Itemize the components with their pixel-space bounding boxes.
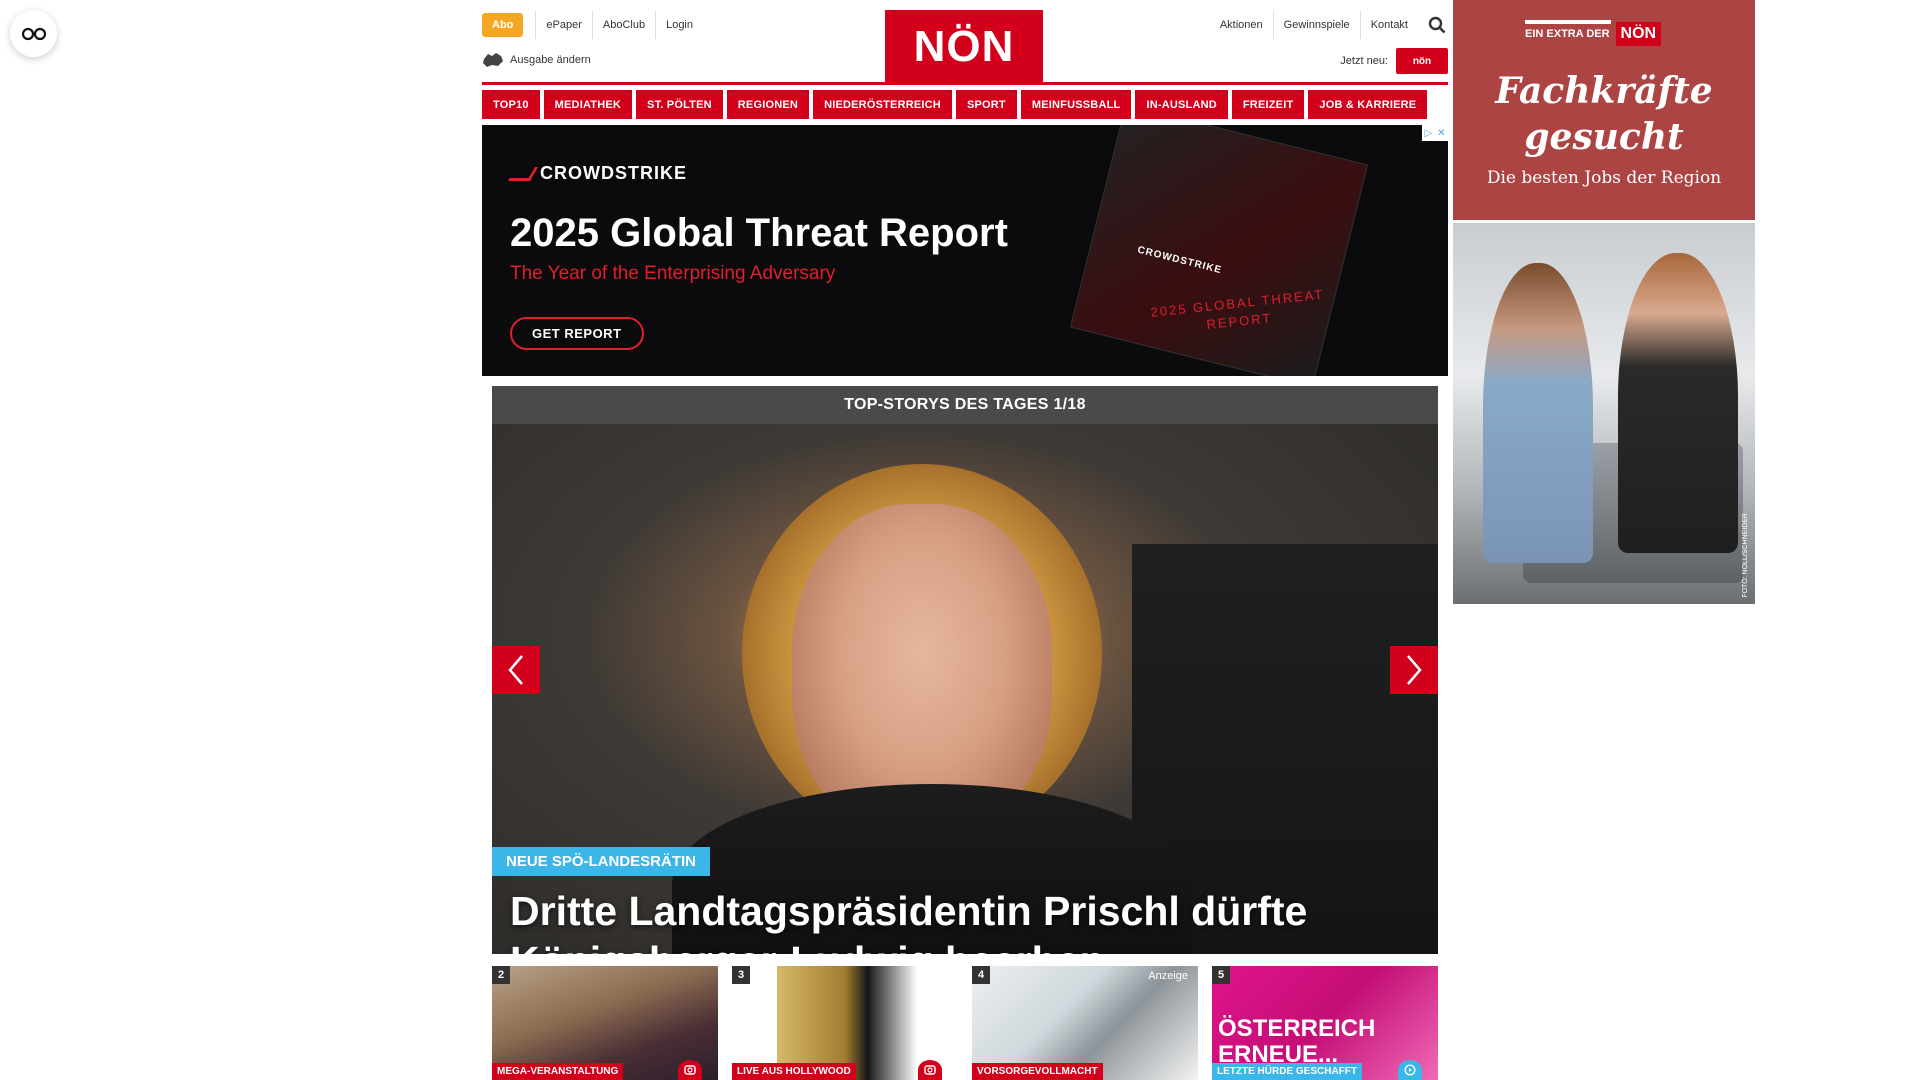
ad-report-book-image: CROWDSTRIKE 2025 GLOBAL THREAT REPORT [1069, 125, 1369, 376]
nav-job-karriere[interactable]: JOB & KARRIERE [1308, 90, 1428, 119]
ad-title: 2025 Global Threat Report [510, 211, 1008, 255]
slider-next-button[interactable] [1390, 646, 1438, 694]
side-ad-extra: EIN EXTRA DER NÖN [1525, 22, 1662, 46]
ad-book-brand: CROWDSTRIKE [1136, 244, 1223, 277]
ad-brand: CROWDSTRIKE [507, 163, 687, 184]
ad-get-report-button[interactable]: GET REPORT [510, 317, 644, 350]
teaser-label: LIVE AUS HOLLYWOOD [732, 1063, 856, 1080]
teaser-number: 4 [972, 966, 990, 984]
teaser-number: 3 [732, 966, 750, 984]
chevron-right-icon [1407, 655, 1422, 685]
nav-mediathek[interactable]: MEDIATHEK [543, 90, 633, 119]
change-edition-link[interactable]: Ausgabe ändern [482, 51, 591, 69]
nav-regionen[interactable]: REGIONEN [726, 90, 810, 119]
photo-credit: FOTO: NOLL/SCHNEIDER [1742, 513, 1749, 598]
teaser-card[interactable]: 3 LIVE AUS HOLLYWOOD [732, 966, 958, 1080]
ad-choices-icon[interactable]: ▷ ✕ [1422, 125, 1448, 141]
jetzt-neu: Jetzt neu: nön [1340, 48, 1448, 74]
top-story-image[interactable]: NEUE SPÖ-LANDESRÄTIN Dritte Landtagspräs… [492, 424, 1438, 954]
jetzt-neu-label: Jetzt neu: [1340, 55, 1388, 67]
site-header: Abo ePaper AboClub Login Ausgabe ändern … [482, 0, 1448, 85]
main-column: Abo ePaper AboClub Login Ausgabe ändern … [482, 0, 1448, 954]
nav-niederoesterreich[interactable]: NIEDERÖSTERREICH [813, 90, 952, 119]
top-story-headline[interactable]: Dritte Landtagspräsidentin Prischl dürft… [510, 886, 1410, 954]
category-nav: TOP10 MEDIATHEK ST. PÖLTEN REGIONEN NIED… [482, 90, 1448, 119]
top-stories-slider: TOP-STORYS DES TAGES 1/18 NEUE SPÖ-LANDE… [492, 386, 1438, 954]
teaser-number: 2 [492, 966, 510, 984]
teaser-card[interactable]: 2 MEGA-VERANSTALTUNG [492, 966, 718, 1080]
kontakt-link[interactable]: Kontakt [1359, 11, 1418, 39]
reader-mode-button[interactable] [10, 10, 57, 57]
header-divider [482, 82, 1448, 85]
gallery-icon [918, 1060, 942, 1080]
epaper-link[interactable]: ePaper [535, 11, 591, 39]
region-map-icon [483, 53, 503, 67]
glasses-icon [21, 27, 46, 40]
ad-book-title: 2025 GLOBAL THREAT REPORT [1149, 286, 1326, 333]
teaser-label: LETZTE HÜRDE GESCHAFFT [1212, 1063, 1362, 1080]
teaser-row: 2 MEGA-VERANSTALTUNG 3 LIVE AUS HOLLYWOO… [492, 966, 1438, 1080]
photo-person-left [1483, 263, 1593, 563]
photo-person-right [1618, 253, 1738, 553]
nav-sport[interactable]: SPORT [955, 90, 1017, 119]
side-ad-headline: Fachkräfte gesucht [1495, 70, 1713, 158]
slider-prev-button[interactable] [492, 646, 540, 694]
teaser-number: 5 [1212, 966, 1230, 984]
non-logo[interactable]: NÖN [885, 10, 1043, 84]
nav-freizeit[interactable]: FREIZEIT [1231, 90, 1305, 119]
nav-meinfussball[interactable]: MEINFUSSBALL [1020, 90, 1132, 119]
teaser-label: VORSORGEVOLLMACHT [972, 1063, 1103, 1080]
crowdstrike-logo-icon [507, 166, 539, 181]
aktionen-link[interactable]: Aktionen [1210, 11, 1273, 39]
gallery-icon [678, 1060, 702, 1080]
nav-top10[interactable]: TOP10 [482, 90, 540, 119]
abo-button[interactable]: Abo [482, 13, 524, 37]
teaser-card[interactable]: 4 Anzeige VORSORGEVOLLMACHT [972, 966, 1198, 1080]
top-story-tag[interactable]: NEUE SPÖ-LANDESRÄTIN [492, 847, 711, 876]
side-ad-subline: Die besten Jobs der Region [1486, 168, 1722, 188]
nav-in-ausland[interactable]: IN-AUSLAND [1135, 90, 1228, 119]
video-icon [1398, 1060, 1422, 1080]
change-edition-label: Ausgabe ändern [510, 54, 591, 66]
top-stories-header: TOP-STORYS DES TAGES 1/18 [492, 386, 1438, 424]
side-ad-extra-label: EIN EXTRA DER [1525, 28, 1610, 40]
side-ad-header: EIN EXTRA DER NÖN Fachkräfte gesucht Die… [1453, 0, 1755, 220]
aboclub-link[interactable]: AboClub [591, 11, 655, 39]
jetzt-neu-badge[interactable]: nön [1396, 48, 1448, 74]
side-job-ad[interactable]: EIN EXTRA DER NÖN Fachkräfte gesucht Die… [1453, 0, 1755, 604]
top-nav-right: Aktionen Gewinnspiele Kontakt [1210, 11, 1448, 39]
side-ad-photo: FOTO: NOLL/SCHNEIDER [1453, 223, 1755, 604]
sponsored-label: Anzeige [1148, 970, 1188, 982]
login-link[interactable]: Login [655, 11, 703, 39]
chevron-left-icon [508, 655, 523, 685]
teaser-card[interactable]: 5 ÖSTERREICH ERNEUE... LETZTE HÜRDE GESC… [1212, 966, 1438, 1080]
top-nav-left: Abo ePaper AboClub Login [482, 11, 703, 39]
ad-subtitle: The Year of the Enterprising Adversary [510, 263, 836, 284]
teaser-label: MEGA-VERANSTALTUNG [492, 1063, 624, 1080]
search-icon[interactable] [1426, 14, 1448, 36]
side-ad-logo: NÖN [1615, 22, 1662, 46]
ad-brand-label: CROWDSTRIKE [540, 163, 687, 183]
nav-st-poelten[interactable]: ST. PÖLTEN [636, 90, 723, 119]
gewinnspiele-link[interactable]: Gewinnspiele [1272, 11, 1360, 39]
ad-banner[interactable]: CROWDSTRIKE 2025 Global Threat Report Th… [482, 125, 1448, 376]
